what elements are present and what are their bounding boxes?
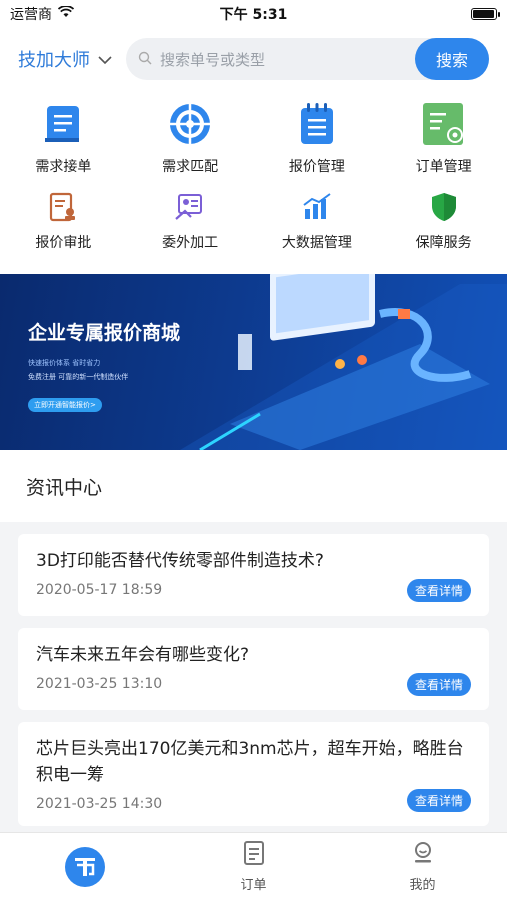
tab-label: 我的 — [409, 878, 436, 893]
profile-icon — [410, 840, 436, 870]
menu-label: 保障服务 — [415, 235, 472, 251]
menu-item-support-service[interactable]: 保障服务 — [380, 190, 507, 252]
menu-item-quote-management[interactable]: 报价管理 — [254, 100, 381, 176]
bottom-tab-bar: 订单 我的 — [0, 832, 507, 900]
news-section-title: 资讯中心 — [0, 450, 507, 522]
news-list: 3D打印能否替代传统零部件制造技术? 2020-05-17 18:59 查看详情… — [0, 522, 507, 826]
approval-icon — [46, 190, 80, 224]
target-icon — [166, 100, 214, 148]
search-input[interactable]: 搜索单号或类型 — [160, 49, 265, 70]
view-details-button[interactable]: 查看详情 — [406, 789, 471, 812]
status-time: 下午 5:31 — [219, 7, 288, 23]
menu-label: 需求匹配 — [162, 159, 219, 175]
carrier-label: 运营商 — [10, 7, 52, 23]
top-header: 技加大师 搜索单号或类型 搜索 — [0, 28, 507, 90]
function-menu: 需求接单 需求匹配 报价管理 订单管理 报价审批 委外加工 大数据管理 保障服务 — [0, 90, 507, 274]
status-bar: 运营商 下午 5:31 — [0, 0, 507, 28]
order-gear-icon — [420, 100, 468, 148]
home-icon — [64, 846, 105, 887]
search-button[interactable]: 搜索 — [415, 38, 489, 80]
banner-tagline: 快速报价体系 省时省力 — [28, 359, 101, 367]
city-label: 技加大师 — [18, 50, 90, 71]
tab-orders[interactable]: 订单 — [169, 833, 338, 900]
menu-label: 需求接单 — [35, 159, 92, 175]
bar-chart-icon — [300, 190, 334, 224]
search-icon — [138, 50, 152, 69]
news-card[interactable]: 芯片巨头亮出170亿美元和3nm芯片，超车开始，略胜台积电一筹 2021-03-… — [18, 722, 489, 826]
menu-item-demand-match[interactable]: 需求匹配 — [127, 100, 254, 176]
battery-icon — [471, 8, 500, 20]
promo-banner[interactable]: 企业专属报价商城 快速报价体系 省时省力 免费注册 可靠的新一代制造伙伴 立即开… — [0, 274, 507, 450]
notepad-icon — [293, 100, 341, 148]
menu-label: 委外加工 — [162, 235, 219, 251]
view-details-button[interactable]: 查看详情 — [406, 579, 471, 602]
menu-item-order-management[interactable]: 订单管理 — [380, 100, 507, 176]
menu-item-demand-orders[interactable]: 需求接单 — [0, 100, 127, 176]
tab-profile[interactable]: 我的 — [338, 833, 507, 900]
menu-label: 报价审批 — [35, 235, 92, 251]
news-date: 2021-03-25 13:10 — [36, 676, 163, 692]
order-icon — [241, 840, 267, 870]
shield-icon — [427, 190, 461, 224]
banner-cta-button[interactable]: 立即开通智能报价> — [28, 398, 102, 412]
wifi-icon — [57, 5, 75, 22]
menu-label: 报价管理 — [288, 159, 345, 175]
menu-label: 订单管理 — [415, 159, 472, 175]
menu-label: 大数据管理 — [281, 235, 352, 251]
news-title: 芯片巨头亮出170亿美元和3nm芯片，超车开始，略胜台积电一筹 — [36, 739, 464, 785]
news-title: 3D打印能否替代传统零部件制造技术? — [36, 551, 324, 571]
search-bar[interactable]: 搜索单号或类型 搜索 — [126, 38, 489, 80]
news-date: 2020-05-17 18:59 — [36, 582, 163, 598]
city-selector[interactable]: 技加大师 — [18, 46, 112, 72]
tab-home[interactable] — [0, 833, 169, 900]
outsource-icon — [173, 190, 207, 224]
news-card[interactable]: 汽车未来五年会有哪些变化? 2021-03-25 13:10 查看详情 — [18, 628, 489, 710]
banner-subtitle: 免费注册 可靠的新一代制造伙伴 — [28, 373, 129, 381]
tab-label: 订单 — [240, 878, 267, 893]
menu-item-big-data[interactable]: 大数据管理 — [254, 190, 381, 252]
news-card[interactable]: 3D打印能否替代传统零部件制造技术? 2020-05-17 18:59 查看详情 — [18, 534, 489, 616]
news-title: 汽车未来五年会有哪些变化? — [36, 645, 250, 665]
news-date: 2021-03-25 14:30 — [36, 796, 163, 812]
chevron-down-icon — [98, 49, 112, 70]
document-icon — [39, 100, 87, 148]
view-details-button[interactable]: 查看详情 — [406, 673, 471, 696]
banner-title: 企业专属报价商城 — [28, 322, 181, 344]
menu-item-outsourcing[interactable]: 委外加工 — [127, 190, 254, 252]
menu-item-quote-approval[interactable]: 报价审批 — [0, 190, 127, 252]
